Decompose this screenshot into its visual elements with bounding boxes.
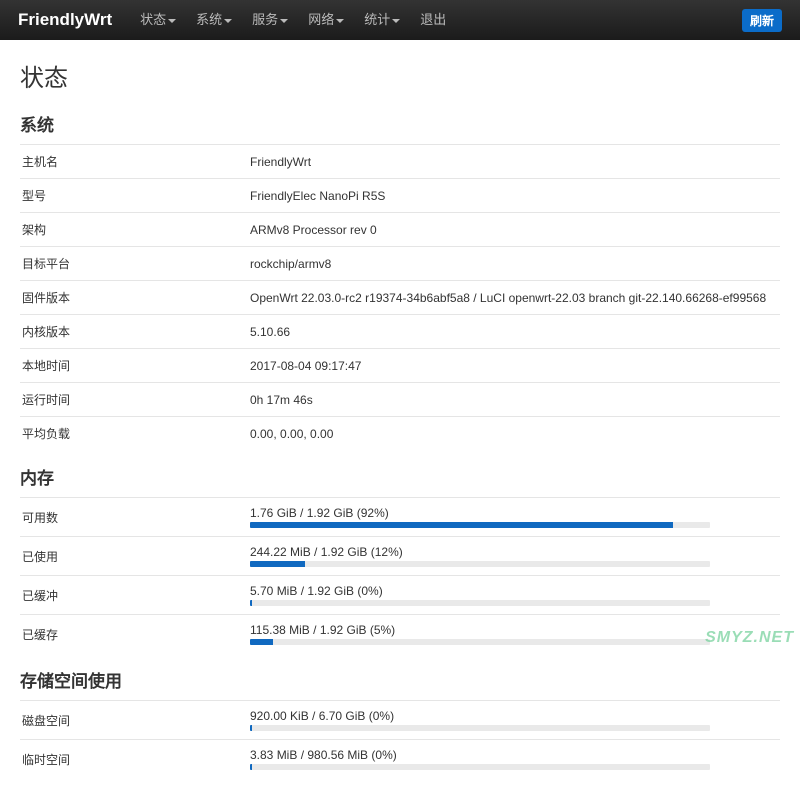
refresh-button[interactable]: 刷新 <box>742 9 782 32</box>
row-mem-cached: 已缓存115.38 MiB / 1.92 GiB (5%) <box>20 614 780 653</box>
progress-text: 244.22 MiB / 1.92 GiB (12%) <box>250 545 780 559</box>
progress-text: 920.00 KiB / 6.70 GiB (0%) <box>250 709 780 723</box>
nav-label: 服务 <box>252 12 278 27</box>
progress-bar <box>250 522 710 528</box>
chevron-down-icon <box>280 19 288 23</box>
row-label: 架构 <box>20 221 250 238</box>
row-value: OpenWrt 22.03.0-rc2 r19374-34b6abf5a8 / … <box>250 291 780 305</box>
progress: 1.76 GiB / 1.92 GiB (92%) <box>250 506 780 528</box>
progress-fill <box>250 600 252 606</box>
row-kernel: 内核版本5.10.66 <box>20 314 780 348</box>
nav-item-services[interactable]: 服务 <box>242 0 298 40</box>
progress: 920.00 KiB / 6.70 GiB (0%) <box>250 709 780 731</box>
progress: 3.83 MiB / 980.56 MiB (0%) <box>250 748 780 770</box>
progress: 244.22 MiB / 1.92 GiB (12%) <box>250 545 780 567</box>
section-heading-system: 系统 <box>20 111 780 136</box>
row-hostname: 主机名FriendlyWrt <box>20 144 780 178</box>
progress-fill <box>250 561 305 567</box>
row-value: ARMv8 Processor rev 0 <box>250 223 780 237</box>
progress-text: 3.83 MiB / 980.56 MiB (0%) <box>250 748 780 762</box>
row-label: 运行时间 <box>20 391 250 408</box>
row-label: 目标平台 <box>20 255 250 272</box>
nav-label: 状态 <box>140 12 166 27</box>
row-value: 2017-08-04 09:17:47 <box>250 359 780 373</box>
section-heading-storage: 存储空间使用 <box>20 667 780 692</box>
brand[interactable]: FriendlyWrt <box>18 10 112 30</box>
nav-item-network[interactable]: 网络 <box>298 0 354 40</box>
progress-text: 1.76 GiB / 1.92 GiB (92%) <box>250 506 780 520</box>
progress-fill <box>250 725 252 731</box>
row-localtime: 本地时间2017-08-04 09:17:47 <box>20 348 780 382</box>
nav-label: 网络 <box>308 12 334 27</box>
row-target: 目标平台rockchip/armv8 <box>20 246 780 280</box>
progress-bar <box>250 600 710 606</box>
row-value: 0.00, 0.00, 0.00 <box>250 427 780 441</box>
row-loadavg: 平均负载0.00, 0.00, 0.00 <box>20 416 780 450</box>
nav-item-stats[interactable]: 统计 <box>354 0 410 40</box>
chevron-down-icon <box>224 19 232 23</box>
row-label: 已缓冲 <box>20 587 250 604</box>
row-label: 已使用 <box>20 548 250 565</box>
progress-text: 5.70 MiB / 1.92 GiB (0%) <box>250 584 780 598</box>
row-label: 已缓存 <box>20 626 250 643</box>
row-value: 0h 17m 46s <box>250 393 780 407</box>
nav-item-system[interactable]: 系统 <box>186 0 242 40</box>
row-mem-used: 已使用244.22 MiB / 1.92 GiB (12%) <box>20 536 780 575</box>
row-value: 5.10.66 <box>250 325 780 339</box>
row-value: FriendlyWrt <box>250 155 780 169</box>
nav-label: 系统 <box>196 12 222 27</box>
nav-item-status[interactable]: 状态 <box>130 0 186 40</box>
progress-bar <box>250 639 710 645</box>
row-label: 平均负载 <box>20 425 250 442</box>
row-mem-buffered: 已缓冲5.70 MiB / 1.92 GiB (0%) <box>20 575 780 614</box>
nav-menu: 状态 系统 服务 网络 统计 退出 <box>130 0 742 40</box>
chevron-down-icon <box>336 19 344 23</box>
row-tmp: 临时空间3.83 MiB / 980.56 MiB (0%) <box>20 739 780 778</box>
row-label: 型号 <box>20 187 250 204</box>
chevron-down-icon <box>168 19 176 23</box>
section-heading-memory: 内存 <box>20 464 780 489</box>
row-uptime: 运行时间0h 17m 46s <box>20 382 780 416</box>
row-label: 磁盘空间 <box>20 712 250 729</box>
row-label: 主机名 <box>20 153 250 170</box>
page-title: 状态 <box>20 58 780 93</box>
row-mem-available: 可用数1.76 GiB / 1.92 GiB (92%) <box>20 497 780 536</box>
row-label: 固件版本 <box>20 289 250 306</box>
progress: 115.38 MiB / 1.92 GiB (5%) <box>250 623 780 645</box>
nav-label: 统计 <box>364 12 390 27</box>
content: 状态 系统 主机名FriendlyWrt 型号FriendlyElec Nano… <box>0 40 800 808</box>
nav-item-logout[interactable]: 退出 <box>410 0 456 40</box>
navbar: FriendlyWrt 状态 系统 服务 网络 统计 退出 刷新 <box>0 0 800 40</box>
progress: 5.70 MiB / 1.92 GiB (0%) <box>250 584 780 606</box>
row-firmware: 固件版本OpenWrt 22.03.0-rc2 r19374-34b6abf5a… <box>20 280 780 314</box>
row-model: 型号FriendlyElec NanoPi R5S <box>20 178 780 212</box>
chevron-down-icon <box>392 19 400 23</box>
row-arch: 架构ARMv8 Processor rev 0 <box>20 212 780 246</box>
progress-bar <box>250 725 710 731</box>
row-label: 内核版本 <box>20 323 250 340</box>
row-value: FriendlyElec NanoPi R5S <box>250 189 780 203</box>
progress-text: 115.38 MiB / 1.92 GiB (5%) <box>250 623 780 637</box>
row-label: 临时空间 <box>20 751 250 768</box>
progress-fill <box>250 639 273 645</box>
progress-fill <box>250 764 252 770</box>
row-label: 可用数 <box>20 509 250 526</box>
progress-fill <box>250 522 673 528</box>
progress-bar <box>250 561 710 567</box>
row-disk: 磁盘空间920.00 KiB / 6.70 GiB (0%) <box>20 700 780 739</box>
row-value: rockchip/armv8 <box>250 257 780 271</box>
progress-bar <box>250 764 710 770</box>
row-label: 本地时间 <box>20 357 250 374</box>
nav-label: 退出 <box>420 12 446 27</box>
